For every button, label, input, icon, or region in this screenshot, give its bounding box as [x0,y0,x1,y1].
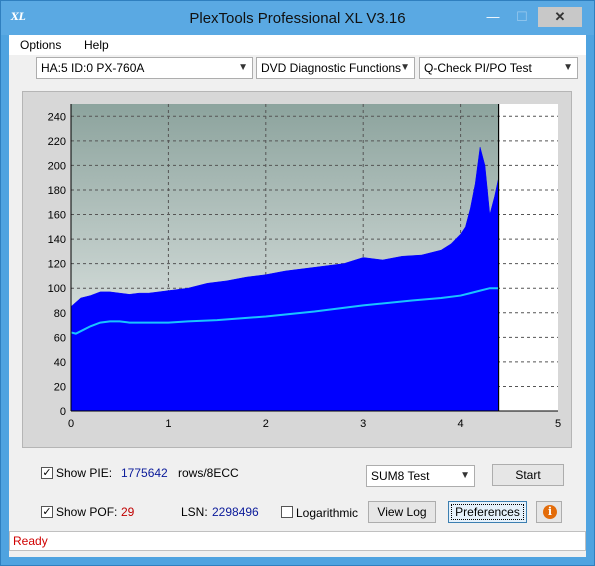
menu-options[interactable]: Options [20,38,61,52]
app-window: XL PlexTools Professional XL V3.16 — ☐ ✕… [0,0,595,566]
lsn-value: 2298496 [212,505,259,519]
show-pie-label: Show PIE: [56,466,113,480]
minimize-icon[interactable]: — [480,7,506,27]
x-tick-label: 5 [555,418,561,430]
y-tick-label: 0 [60,406,66,418]
y-tick-label: 120 [48,259,66,271]
y-tick-label: 100 [48,283,66,295]
chevron-down-icon: ▼ [400,62,410,73]
sum-test-select[interactable]: SUM8 Test ▼ [366,465,475,487]
lsn-label: LSN: [181,505,208,519]
y-tick-label: 140 [48,234,66,246]
logarithmic-label: Logarithmic [296,506,359,520]
logarithmic-checkbox[interactable] [281,506,293,518]
unused-area [498,104,558,411]
y-tick-label: 40 [54,357,66,369]
chevron-down-icon: ▼ [238,62,248,73]
y-tick-label: 220 [48,136,66,148]
function-select-value: DVD Diagnostic Functions [261,61,402,75]
test-select-value: Q-Check PI/PO Test [424,61,532,75]
y-tick-label: 160 [48,210,66,222]
show-pie-checkbox[interactable]: ✓ [41,467,53,479]
x-tick-label: 1 [165,418,171,430]
pie-value: 1775642 [121,466,168,480]
show-pof-checkbox[interactable]: ✓ [41,506,53,518]
y-tick-label: 200 [48,160,66,172]
close-icon[interactable]: ✕ [538,7,582,27]
drive-select[interactable]: HA:5 ID:0 PX-760A ▼ [36,57,253,79]
show-pof-label: Show POF: [56,505,118,519]
preferences-button[interactable]: Preferences [448,501,527,523]
menu-help[interactable]: Help [84,38,109,52]
maximize-icon[interactable]: ☐ [509,7,535,27]
x-tick-label: 2 [263,418,269,430]
view-log-button[interactable]: View Log [368,501,436,523]
info-icon: i [543,505,557,519]
pof-value: 29 [121,505,135,519]
chevron-down-icon: ▼ [460,470,470,481]
x-tick-label: 3 [360,418,366,430]
chart-panel: 0 1 2 3 4 5 0 20 40 60 80 100 120 140 160 180 200 220 240 [22,91,572,448]
pi-po-chart: 0 1 2 3 4 5 0 20 40 60 80 100 120 140 160 180 200 220 240 [48,104,561,430]
pie-unit: rows/8ECC [178,466,239,480]
status-bar: Ready [9,531,586,551]
drive-select-value: HA:5 ID:0 PX-760A [41,61,145,75]
test-select[interactable]: Q-Check PI/PO Test ▼ [419,57,578,79]
client-area: Options Help HA:5 ID:0 PX-760A ▼ DVD Dia… [9,35,586,557]
start-button[interactable]: Start [492,464,564,486]
y-tick-label: 60 [54,332,66,344]
x-tick-label: 0 [68,418,74,430]
y-tick-label: 80 [54,308,66,320]
y-tick-label: 240 [48,111,66,123]
status-text: Ready [13,534,48,548]
chevron-down-icon: ▼ [563,62,573,73]
x-tick-label: 4 [458,418,464,430]
sum-test-value: SUM8 Test [371,469,430,483]
info-button[interactable]: i [536,501,562,523]
menu-bar: Options Help [9,35,586,55]
y-tick-label: 180 [48,185,66,197]
title-bar[interactable]: XL PlexTools Professional XL V3.16 — ☐ ✕ [1,1,594,35]
y-tick-label: 20 [54,381,66,393]
function-select[interactable]: DVD Diagnostic Functions ▼ [256,57,415,79]
